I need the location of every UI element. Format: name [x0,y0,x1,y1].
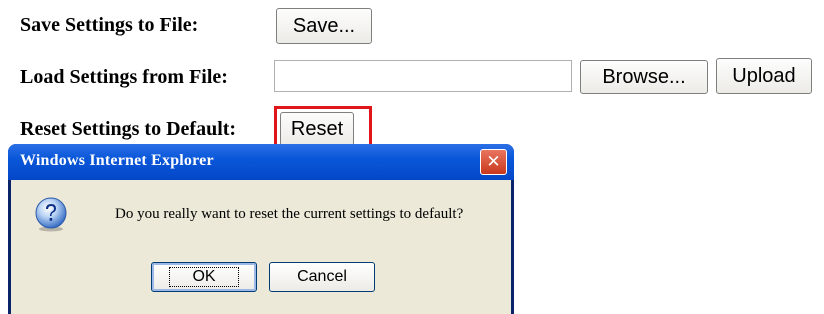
dialog-body: Do you really want to reset the current … [11,180,511,314]
browse-button[interactable]: Browse... [580,60,708,94]
question-icon [35,197,67,232]
dialog-message: Do you really want to reset the current … [115,206,464,222]
cancel-button[interactable]: Cancel [269,262,375,292]
dialog-title: Windows Internet Explorer [20,152,214,169]
save-button[interactable]: Save... [276,8,372,44]
reset-settings-label: Reset Settings to Default: [20,118,237,140]
close-icon[interactable]: ✕ [480,149,507,175]
router-settings-page: Save Settings to File: Save... Load Sett… [0,0,824,314]
confirm-reset-dialog: Windows Internet Explorer ✕ Do you reall… [8,144,514,314]
save-settings-label: Save Settings to File: [20,14,199,36]
upload-button[interactable]: Upload [716,58,812,94]
ok-button-label: OK [169,267,239,287]
ok-button[interactable]: OK [151,262,257,292]
reset-button[interactable]: Reset [280,112,354,146]
load-settings-label: Load Settings from File: [20,66,228,88]
settings-file-path-input[interactable] [274,60,572,92]
dialog-titlebar[interactable]: Windows Internet Explorer ✕ [8,144,514,180]
